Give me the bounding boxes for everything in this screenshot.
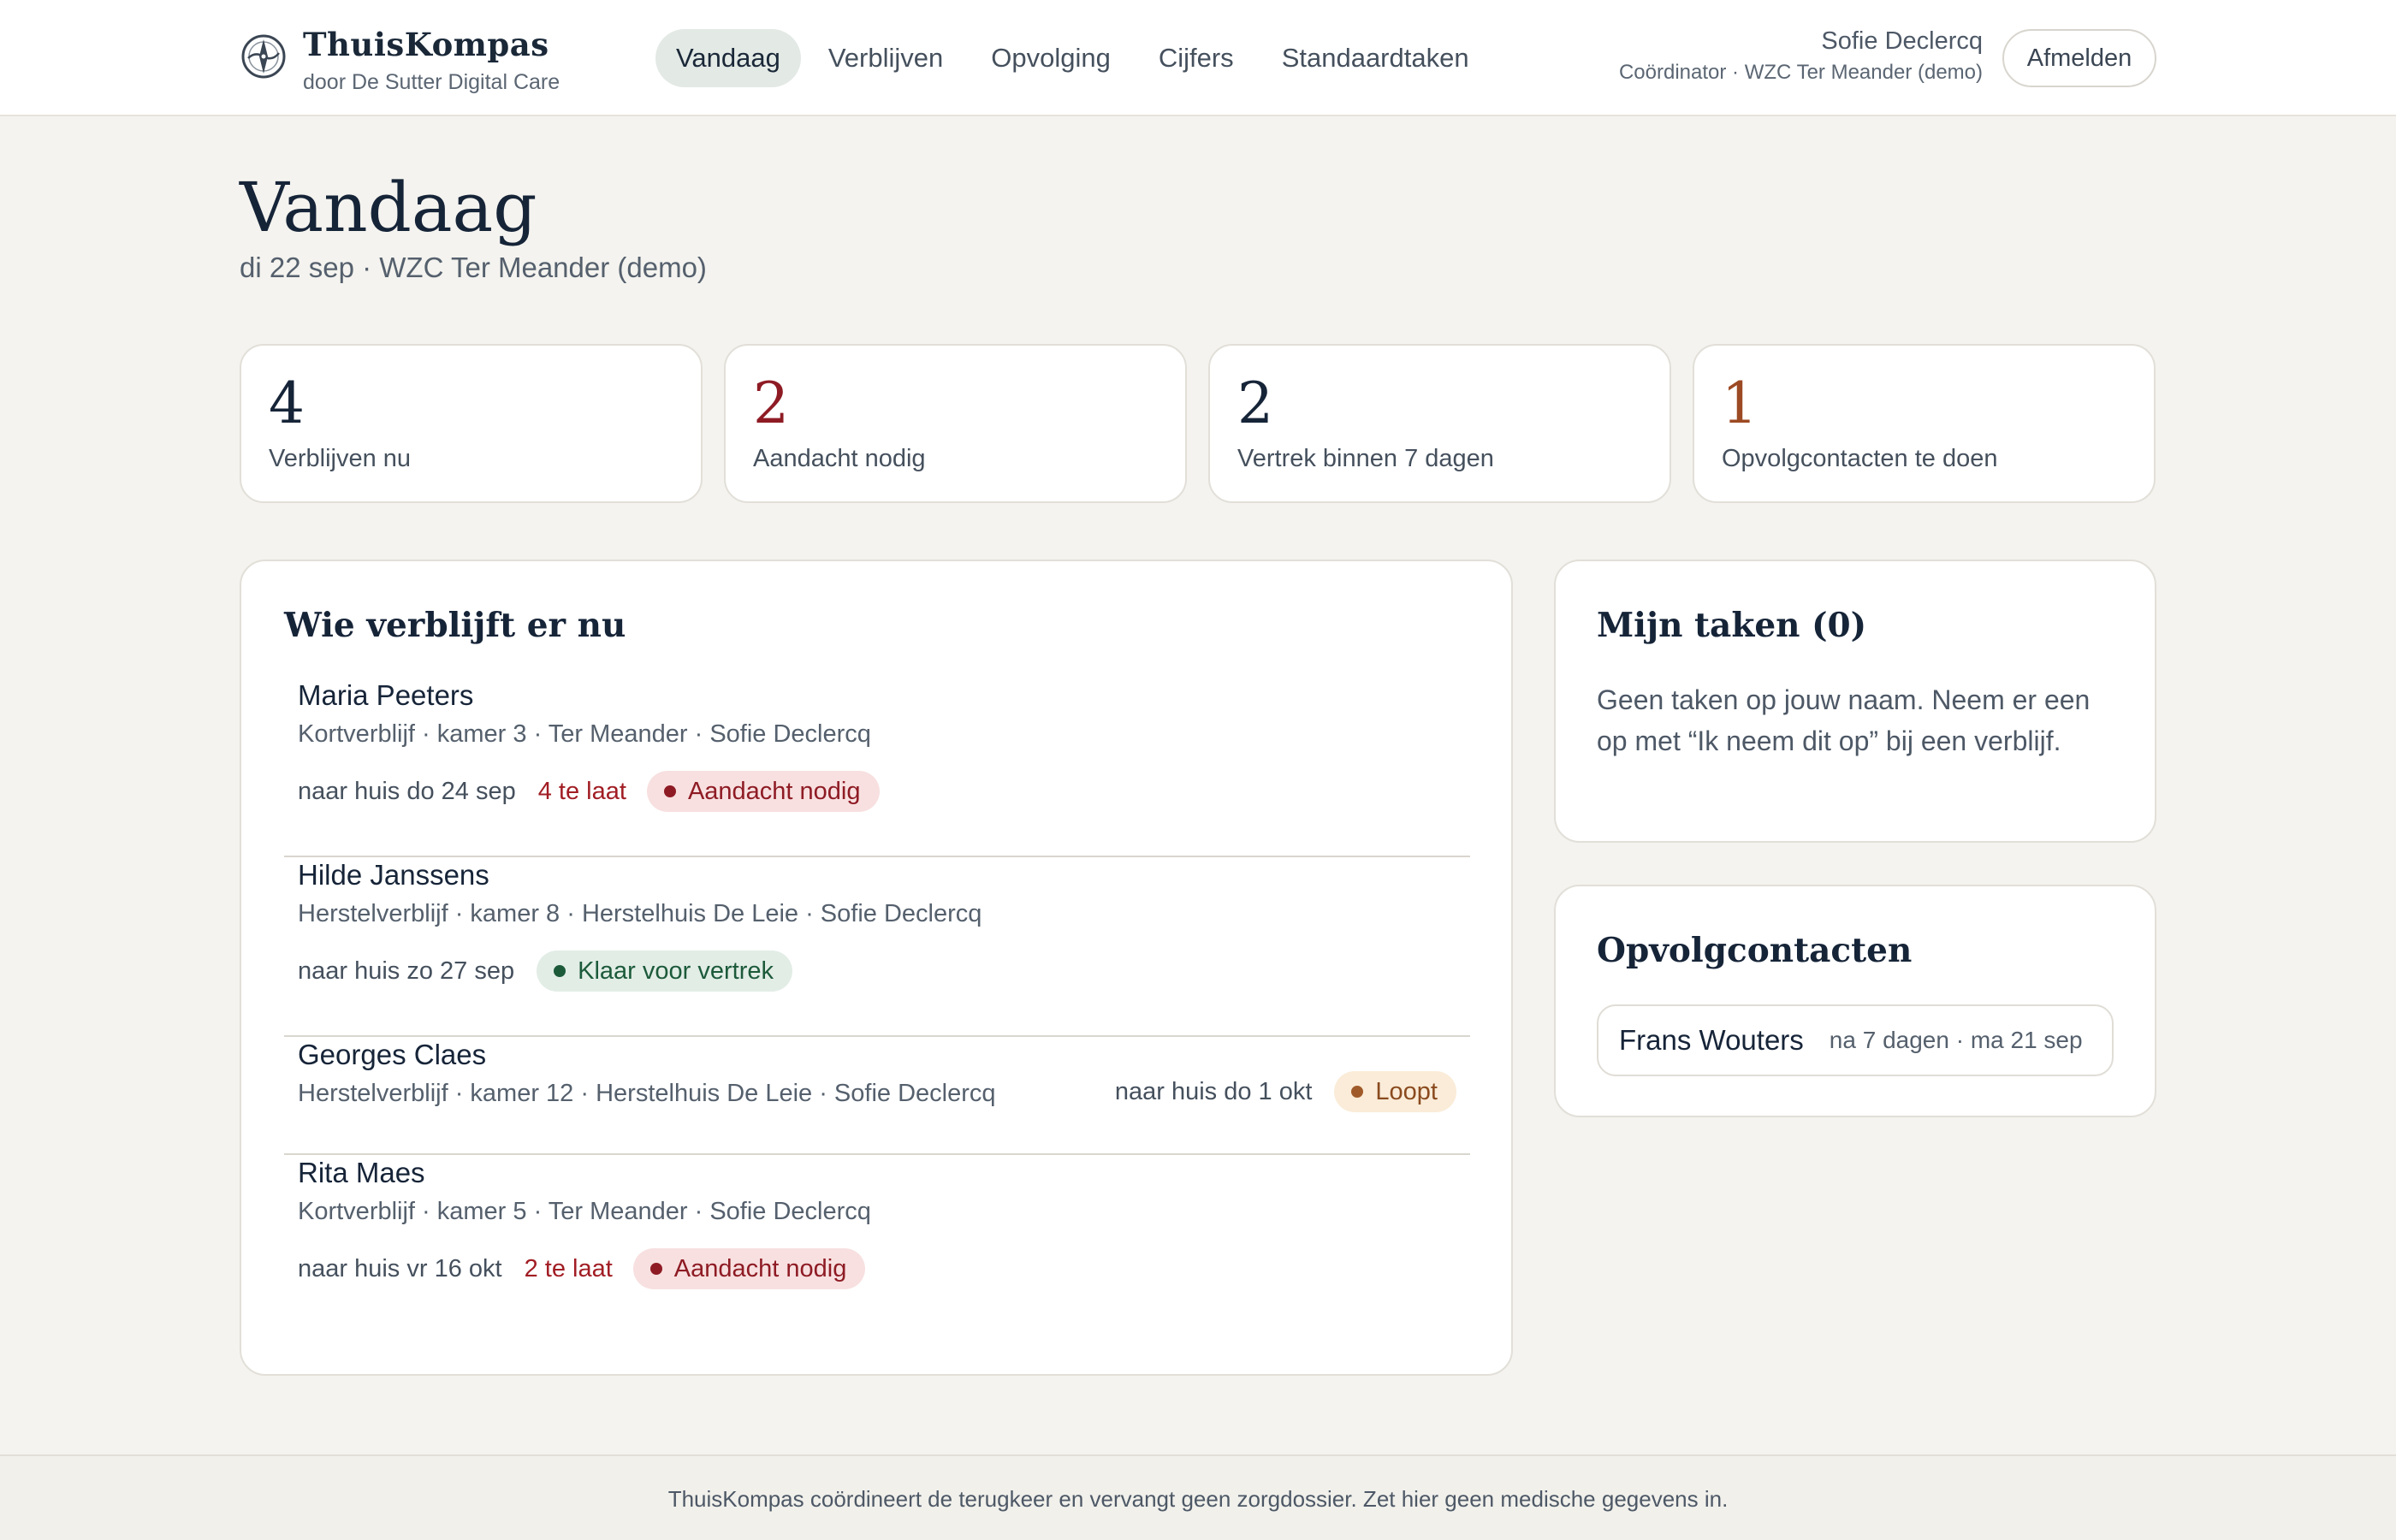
departure-date: naar huis do 1 okt — [1114, 1077, 1313, 1105]
stat-label: Verblijven nu — [269, 445, 412, 472]
stat-value: 1 — [1722, 370, 1758, 436]
status-label: Klaar voor vertrek — [578, 957, 774, 985]
stat-card-opvolgcontacten[interactable]: 1 Opvolgcontacten te doen — [1693, 344, 2156, 503]
list-item[interactable]: Maria Peeters Kortverblijf · kamer 3 · T… — [284, 678, 1470, 857]
departure-date: naar huis do 24 sep — [298, 777, 516, 805]
compass-icon — [241, 34, 286, 79]
stat-card-aandacht[interactable]: 2 Aandacht nodig — [724, 344, 1187, 503]
nav-item-vandaag[interactable]: Vandaag — [655, 29, 801, 87]
resident-name[interactable]: Georges Claes — [298, 1037, 1456, 1071]
followup-when: na 7 dagen · ma 21 sep — [1829, 1027, 2083, 1053]
nav-item-verblijven[interactable]: Verblijven — [808, 29, 964, 87]
status-badge: Loopt — [1334, 1071, 1456, 1112]
current-stays-card: Wie verblijft er nu Maria Peeters Kortve… — [240, 560, 1513, 1376]
stay-meta: Kortverblijf · kamer 5 · Ter Meander · S… — [298, 1198, 871, 1225]
status-badge: Aandacht nodig — [646, 771, 880, 812]
stat-value: 4 — [269, 370, 305, 436]
empty-state-text: Geen taken op jouw naam. Neem er een op … — [1597, 684, 2091, 756]
user-role: Coördinator · WZC Ter Meander (demo) — [1618, 61, 1983, 84]
status-dot-icon — [649, 1263, 662, 1275]
user-name: Sofie Declercq — [1821, 27, 1983, 55]
page-subtitle: di 22 sep · WZC Ter Meander (demo) — [240, 252, 707, 283]
status-dot-icon — [663, 785, 676, 797]
footer-disclaimer: ThuisKompas coördineert de terugkeer en … — [0, 1454, 2396, 1540]
status-dot-icon — [554, 965, 566, 977]
card-title: Opvolgcontacten — [1597, 931, 1913, 970]
brand-name: ThuisKompas — [303, 26, 549, 63]
nav-item-opvolging[interactable]: Opvolging — [970, 29, 1131, 87]
stay-meta: Herstelverblijf · kamer 8 · Herstelhuis … — [298, 900, 982, 927]
nav-item-cijfers[interactable]: Cijfers — [1138, 29, 1254, 87]
status-label: Aandacht nodig — [687, 777, 861, 805]
stat-card-vertrek[interactable]: 2 Vertrek binnen 7 dagen — [1208, 344, 1671, 503]
card-title: Wie verblijft er nu — [284, 606, 626, 645]
stat-value: 2 — [1237, 370, 1273, 436]
list-item[interactable]: Hilde Janssens Herstelverblijf · kamer 8… — [284, 857, 1470, 1037]
list-item[interactable]: Georges Claes Herstelverblijf · kamer 12… — [284, 1037, 1470, 1155]
stat-value: 2 — [753, 370, 789, 436]
resident-name[interactable]: Maria Peeters — [298, 678, 1456, 712]
page-title: Vandaag — [240, 168, 537, 247]
overdue-count: 2 te laat — [524, 1254, 613, 1282]
list-item[interactable]: Rita Maes Kortverblijf · kamer 5 · Ter M… — [284, 1155, 1470, 1335]
followup-contacts-card: Opvolgcontacten Frans Wouters na 7 dagen… — [1554, 885, 2156, 1117]
overdue-count: 4 te laat — [537, 777, 626, 805]
stat-label: Opvolgcontacten te doen — [1722, 445, 1998, 472]
followup-item[interactable]: Frans Wouters na 7 dagen · ma 21 sep — [1597, 1004, 2114, 1076]
nav-item-standaardtaken[interactable]: Standaardtaken — [1261, 29, 1490, 87]
stat-label: Vertrek binnen 7 dagen — [1237, 445, 1494, 472]
departure-date: naar huis zo 27 sep — [298, 957, 515, 985]
stay-meta: Kortverblijf · kamer 3 · Ter Meander · S… — [298, 720, 871, 748]
stay-list: Maria Peeters Kortverblijf · kamer 3 · T… — [284, 678, 1470, 1335]
resident-name[interactable]: Rita Maes — [298, 1155, 1456, 1189]
departure-date: naar huis vr 16 okt — [298, 1254, 502, 1282]
stat-cards: 4 Verblijven nu 2 Aandacht nodig 2 Vertr… — [240, 344, 2156, 503]
resident-name[interactable]: Hilde Janssens — [298, 857, 1456, 891]
my-tasks-card: Mijn taken (0) Geen taken op jouw naam. … — [1554, 560, 2156, 843]
logout-button[interactable]: Afmelden — [2002, 29, 2156, 87]
stat-card-verblijven[interactable]: 4 Verblijven nu — [240, 344, 703, 503]
brand[interactable]: ThuisKompas door De Sutter Digital Care — [240, 26, 560, 95]
stat-label: Aandacht nodig — [753, 445, 926, 472]
card-title: Mijn taken (0) — [1597, 606, 1867, 645]
status-badge: Aandacht nodig — [632, 1248, 866, 1289]
main-nav: Vandaag Verblijven Opvolging Cijfers Sta… — [655, 29, 1497, 87]
status-badge: Klaar voor vertrek — [537, 951, 792, 992]
followup-name: Frans Wouters — [1619, 1024, 1804, 1056]
status-label: Loopt — [1375, 1077, 1438, 1105]
status-label: Aandacht nodig — [673, 1254, 847, 1282]
status-dot-icon — [1351, 1086, 1364, 1098]
user-info: Sofie Declercq Coördinator · WZC Ter Mea… — [1619, 27, 1983, 85]
brand-subtitle: door De Sutter Digital Care — [303, 70, 560, 94]
top-bar: ThuisKompas door De Sutter Digital Care … — [0, 0, 2396, 116]
